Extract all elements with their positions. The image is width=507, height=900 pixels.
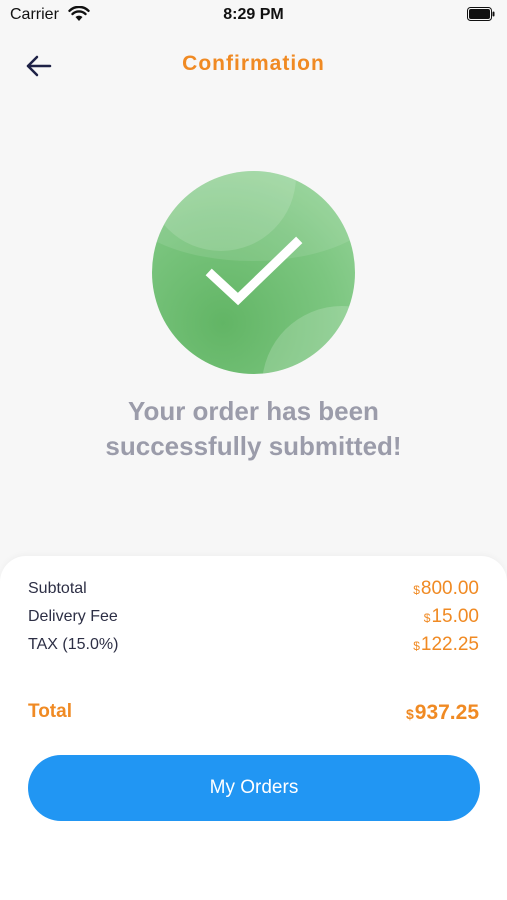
order-summary-card: Subtotal $800.00 Delivery Fee $15.00 TAX…	[0, 556, 507, 900]
status-bar: Carrier 8:29 PM	[0, 0, 507, 32]
delivery-fee-amount: $15.00	[423, 606, 479, 627]
my-orders-button[interactable]: My Orders	[28, 755, 480, 821]
success-badge	[152, 171, 355, 374]
delivery-fee-row: Delivery Fee $15.00	[28, 606, 479, 632]
battery-icon	[467, 7, 495, 21]
delivery-fee-label: Delivery Fee	[28, 608, 118, 625]
tax-label: TAX (15.0%)	[28, 636, 119, 653]
success-message-line1: Your order has been	[128, 396, 379, 426]
tax-row: TAX (15.0%) $122.25	[28, 634, 479, 660]
page-title: Confirmation	[182, 52, 325, 75]
total-row: Total $937.25	[28, 701, 479, 727]
status-time: 8:29 PM	[223, 6, 284, 23]
subtotal-row: Subtotal $800.00	[28, 578, 479, 604]
checkmark-icon	[205, 236, 303, 306]
tax-amount: $122.25	[413, 634, 479, 655]
subtotal-amount: $800.00	[413, 578, 479, 599]
success-message: Your order has been successfully submitt…	[0, 394, 507, 464]
total-amount: $937.25	[405, 701, 479, 724]
success-message-line2: successfully submitted!	[105, 431, 402, 461]
subtotal-label: Subtotal	[28, 580, 87, 597]
total-label: Total	[28, 701, 72, 722]
